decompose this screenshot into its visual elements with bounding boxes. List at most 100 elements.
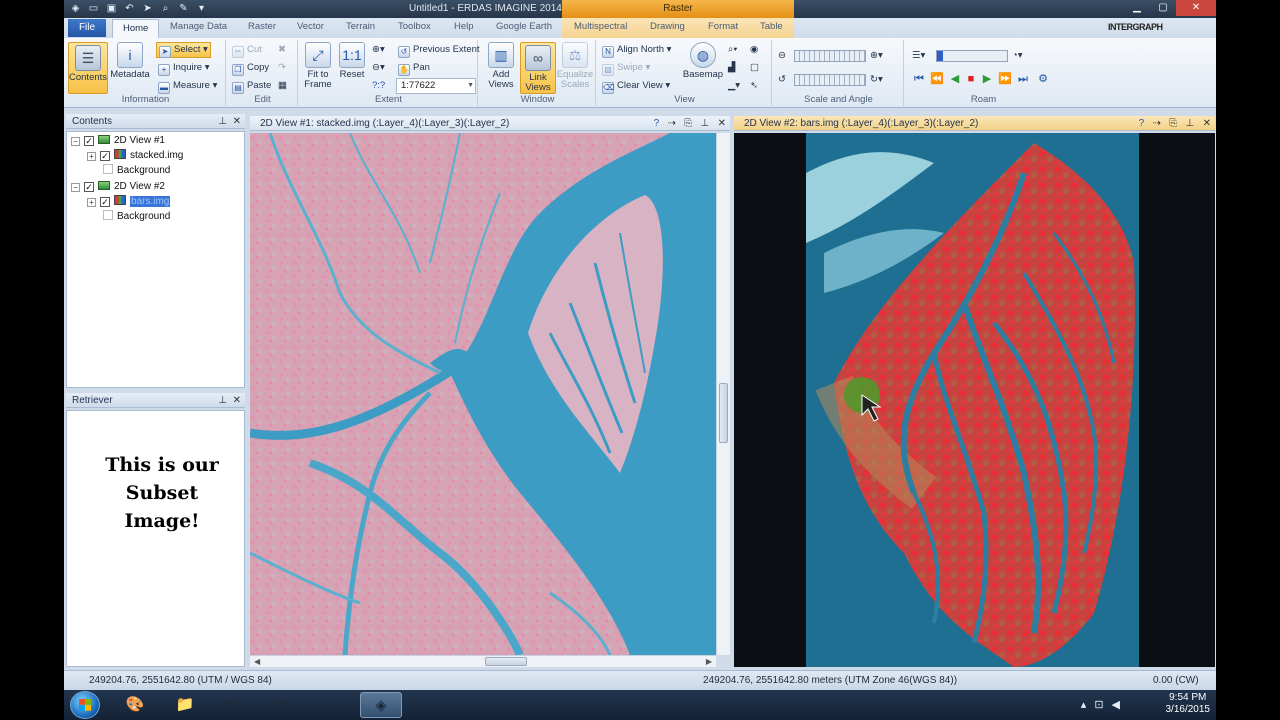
tab-vector[interactable]: Vector <box>297 21 324 32</box>
collapse-icon[interactable]: − <box>71 137 80 146</box>
pin-icon[interactable]: ⊥ <box>1186 118 1195 129</box>
swipe-button[interactable]: ▧ Swipe ▾ <box>602 60 650 76</box>
clear-view-button[interactable]: ⌫ Clear View ▾ <box>602 78 670 94</box>
contents-button[interactable]: ☰ Contents <box>68 42 108 94</box>
chart-icon[interactable]: ▟ <box>728 60 735 76</box>
redo-icon[interactable]: ↷ <box>278 60 286 76</box>
help-icon[interactable]: ? <box>654 118 660 129</box>
tab-format[interactable]: Format <box>708 21 738 32</box>
scale-slider[interactable] <box>794 50 866 62</box>
tree-item-stacked[interactable]: + ✓ stacked.img <box>87 148 183 163</box>
zoom-out-icon[interactable]: ⊖▾ <box>372 60 385 76</box>
minimize-icon[interactable]: ▁ <box>1124 0 1150 16</box>
cut-button[interactable]: ✂ Cut <box>232 42 262 58</box>
fill-color-icon[interactable]: ▁▾ <box>728 78 740 94</box>
help-icon[interactable]: ? <box>1139 118 1145 129</box>
undock-icon[interactable]: ⎘ <box>1169 118 1177 129</box>
tree-item-background-2[interactable]: Background <box>103 209 170 224</box>
maximize-icon[interactable]: ▢ <box>1150 0 1176 16</box>
fit-to-frame-button[interactable]: ⤢ Fit to Frame <box>300 42 336 90</box>
scroll-right-icon[interactable]: ▶ <box>706 657 712 666</box>
tab-file[interactable]: File <box>68 19 106 37</box>
tree-item-view2[interactable]: − ✓ 2D View #2 <box>71 179 165 194</box>
rotate-right-icon[interactable]: ↻▾ <box>870 72 883 88</box>
float-icon[interactable]: ⇢ <box>1152 118 1160 129</box>
inquire-button[interactable]: + Inquire ▾ <box>158 60 209 76</box>
pointer-arrow-icon[interactable]: ➴ <box>750 78 758 94</box>
tab-home[interactable]: Home <box>112 19 160 38</box>
tab-raster[interactable]: Raster <box>248 21 276 32</box>
play-icon[interactable]: ▶ <box>980 72 994 86</box>
panel-close-icon[interactable]: ✕ <box>233 395 241 406</box>
measure-button[interactable]: ▬ Measure ▾ <box>158 78 217 94</box>
equalize-scales-button[interactable]: ⚖ Equalize Scales <box>556 42 594 90</box>
play-back-icon[interactable]: ◀ <box>948 72 962 86</box>
skip-forward-icon[interactable]: ⏭ <box>1016 72 1030 86</box>
tab-terrain[interactable]: Terrain <box>346 21 375 32</box>
magnifier-icon[interactable]: ⌕▾ <box>728 42 737 58</box>
tab-toolbox[interactable]: Toolbox <box>398 21 431 32</box>
expand-icon[interactable]: + <box>87 152 96 161</box>
metadata-button[interactable]: i Metadata <box>110 42 150 80</box>
skip-back-icon[interactable]: ⏮ <box>912 72 926 86</box>
close-icon[interactable]: ✕ <box>1176 0 1216 16</box>
collapse-icon[interactable]: − <box>71 183 80 192</box>
link-views-button[interactable]: ∞ Link Views <box>520 42 556 94</box>
frame-icon[interactable]: ▢ <box>750 60 759 76</box>
checkbox-checked[interactable]: ✓ <box>100 197 110 207</box>
view2-canvas[interactable] <box>734 133 1215 667</box>
paste-button[interactable]: ▤ Paste <box>232 78 271 94</box>
basemap-button[interactable]: ◍ Basemap <box>682 42 724 80</box>
select-button[interactable]: ➤ Select ▾ <box>156 42 211 58</box>
zoom-in-icon[interactable]: ⊕▾ <box>372 42 385 58</box>
view1-canvas[interactable] <box>250 133 716 655</box>
stop-icon[interactable]: ■ <box>964 72 978 86</box>
pan-button[interactable]: ✋ Pan <box>398 60 430 76</box>
scale-input[interactable]: 1:77622 ▼ <box>396 78 476 94</box>
zoom-icon[interactable]: ⌕ <box>158 1 173 16</box>
scale-plus-icon[interactable]: ⊕▾ <box>870 48 883 64</box>
tab-drawing[interactable]: Drawing <box>650 21 685 32</box>
app-icon[interactable]: ◈ <box>68 1 83 16</box>
start-button[interactable] <box>70 691 100 719</box>
new-icon[interactable]: ▭ <box>86 1 101 16</box>
inquire-icon[interactable]: ✎ <box>176 1 191 16</box>
checkbox-checked[interactable]: ✓ <box>84 136 94 146</box>
tab-manage-data[interactable]: Manage Data <box>170 21 227 32</box>
pin-icon[interactable]: ⊥ <box>218 116 227 127</box>
chrome-app-icon[interactable]: ◉ <box>262 692 304 718</box>
step-back-icon[interactable]: ⏪ <box>930 72 944 86</box>
tab-table[interactable]: Table <box>760 21 783 32</box>
copy-button[interactable]: ❐ Copy <box>232 60 269 76</box>
network-icon[interactable]: ⊡ <box>1094 699 1111 711</box>
roam-slider[interactable] <box>936 50 1008 62</box>
scale-minus-icon[interactable]: ⊖ <box>778 48 786 64</box>
delete-icon[interactable]: ✖ <box>278 42 286 58</box>
tab-help[interactable]: Help <box>454 21 474 32</box>
roam-speed-icon[interactable]: ◔▾ <box>1012 48 1023 64</box>
checkbox-empty[interactable] <box>103 210 113 220</box>
view1-horizontal-scrollbar[interactable]: ◀ ▶ <box>250 655 716 667</box>
view1-vertical-scrollbar[interactable] <box>716 133 730 655</box>
checkbox-checked[interactable]: ✓ <box>84 182 94 192</box>
expand-icon[interactable]: + <box>87 198 96 207</box>
checkbox-checked[interactable]: ✓ <box>100 151 110 161</box>
volume-icon[interactable]: ◀ <box>1112 699 1128 711</box>
tray-expand-icon[interactable]: ▴ <box>1081 699 1095 711</box>
tab-google-earth[interactable]: Google Earth <box>496 21 552 32</box>
undo-icon[interactable]: ↶ <box>122 1 137 16</box>
rotate-left-icon[interactable]: ↺ <box>778 72 786 88</box>
checkbox-empty[interactable] <box>103 164 113 174</box>
roam-options-icon[interactable]: ⚙ <box>1036 72 1050 86</box>
align-north-button[interactable]: N Align North ▾ <box>602 42 671 58</box>
tree-item-view1[interactable]: − ✓ 2D View #1 <box>71 133 165 148</box>
dropdown-icon[interactable]: ▾ <box>194 1 209 16</box>
angle-slider[interactable] <box>794 74 866 86</box>
reset-button[interactable]: 1:1 Reset <box>336 42 368 80</box>
add-views-button[interactable]: ▥ Add Views <box>482 42 520 90</box>
previous-extent-button[interactable]: ↺ Previous Extent <box>398 42 480 58</box>
media-player-icon[interactable]: ▶ <box>212 692 254 718</box>
snipping-tool-icon[interactable]: ✂ <box>312 692 354 718</box>
step-forward-icon[interactable]: ⏩ <box>998 72 1012 86</box>
roam-menu-icon[interactable]: ☰▾ <box>912 48 925 64</box>
